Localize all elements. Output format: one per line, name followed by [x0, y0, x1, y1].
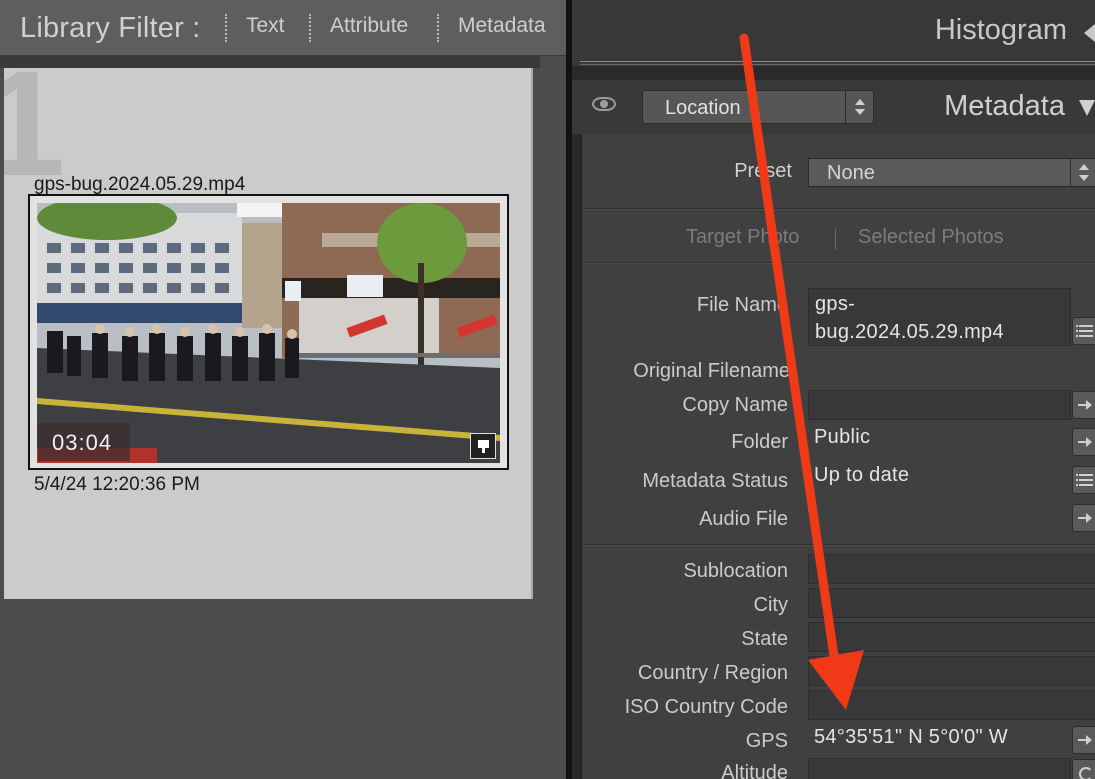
cell-filename: gps-bug.2024.05.29.mp4: [34, 174, 246, 195]
filter-separator: [437, 14, 439, 42]
metadata-title: Metadata: [944, 90, 1065, 122]
original-filename-field: [808, 356, 1071, 386]
metadata-badge-icon[interactable]: [470, 433, 496, 459]
arrow-right-icon[interactable]: [1072, 391, 1095, 419]
field-label-sublocation: Sublocation: [683, 560, 788, 582]
tab-target-photo[interactable]: Target Photo: [686, 226, 799, 249]
thumbnail-frame[interactable]: 03:04: [28, 194, 509, 470]
folder-field: Public: [808, 424, 1071, 454]
video-thumbnail[interactable]: 03:04: [37, 203, 500, 463]
metadata-status-value: Up to date: [814, 464, 910, 486]
collapse-left-icon[interactable]: [1084, 24, 1095, 42]
section-divider: [582, 208, 1095, 210]
list-icon[interactable]: [1072, 317, 1095, 345]
grid-toolbar-strip: [0, 56, 540, 68]
metadata-panel-header: Location Metadata: [572, 80, 1095, 134]
section-divider: [582, 262, 1095, 264]
arrow-right-icon[interactable]: [1072, 726, 1095, 754]
filter-text-tab[interactable]: Text: [246, 14, 285, 38]
sublocation-field[interactable]: [808, 554, 1095, 584]
refresh-icon[interactable]: [1072, 759, 1095, 779]
histogram-panel-header[interactable]: Histogram: [572, 0, 1095, 66]
section-divider: [582, 544, 1095, 546]
field-label-city: City: [753, 594, 788, 616]
filter-metadata-tab[interactable]: Metadata: [458, 14, 546, 38]
field-label-file-name: File Name: [696, 294, 788, 316]
file-name-field[interactable]: gps- bug.2024.05.29.mp4: [808, 288, 1071, 346]
metadata-view-value: Location: [665, 97, 741, 119]
histogram-title: Histogram: [934, 14, 1067, 46]
preset-label: Preset: [734, 160, 792, 182]
library-filter-bar: Library Filter : Text Attribute Metadata: [0, 0, 566, 56]
stepper-arrows-icon: [1070, 159, 1095, 186]
video-duration-badge: 03:04: [38, 423, 130, 461]
stepper-arrows-icon: [845, 91, 873, 123]
arrow-right-icon[interactable]: [1072, 504, 1095, 532]
filter-separator: [225, 14, 227, 42]
list-icon[interactable]: [1072, 466, 1095, 494]
tab-selected-photos[interactable]: Selected Photos: [858, 226, 1004, 249]
field-label-state: State: [741, 628, 788, 650]
right-panel: Histogram Location Metadata Preset None …: [572, 0, 1095, 779]
field-label-copy-name: Copy Name: [682, 394, 788, 416]
file-name-value: gps- bug.2024.05.29.mp4: [815, 293, 1004, 343]
city-field[interactable]: [808, 588, 1095, 618]
filter-attribute-tab[interactable]: Attribute: [330, 14, 408, 38]
arrow-right-icon[interactable]: [1072, 428, 1095, 456]
library-filter-title: Library Filter :: [20, 12, 201, 44]
field-label-iso-country-code: ISO Country Code: [624, 696, 788, 718]
iso-country-code-field[interactable]: [808, 690, 1095, 720]
grid-cell[interactable]: 1 gps-bug.2024.05.29.mp4: [4, 68, 533, 599]
gps-field: 54°35'51" N 5°0'0" W: [808, 724, 1071, 754]
metadata-status-field: Up to date: [808, 462, 1071, 492]
folder-value: Public: [814, 426, 871, 448]
field-label-altitude: Altitude: [721, 762, 788, 779]
field-label-gps: GPS: [745, 730, 788, 752]
target-tabs: Target Photo Selected Photos: [582, 224, 1095, 254]
copy-name-field[interactable]: [808, 390, 1071, 420]
gps-value: 54°35'51" N 5°0'0" W: [814, 726, 1008, 748]
metadata-view-select[interactable]: Location: [642, 90, 874, 124]
eye-icon[interactable]: [592, 97, 616, 111]
field-label-metadata-status: Metadata Status: [642, 470, 788, 492]
field-label-audio-file: Audio File: [699, 508, 788, 530]
metadata-body: Preset None Target Photo Selected Photos…: [580, 134, 1095, 779]
state-field[interactable]: [808, 622, 1095, 652]
histogram-divider: [580, 61, 1095, 65]
field-label-folder: Folder: [731, 431, 788, 453]
preset-value: None: [827, 162, 875, 184]
audio-file-field: [808, 502, 1071, 532]
cell-capture-date: 5/4/24 12:20:36 PM: [34, 474, 200, 495]
country-region-field[interactable]: [808, 656, 1095, 686]
collapse-down-icon[interactable]: [1079, 100, 1095, 116]
preset-select[interactable]: None: [808, 158, 1095, 187]
filter-separator: [309, 14, 311, 42]
tab-separator: [835, 228, 836, 250]
field-label-original-filename: Original Filename: [633, 360, 790, 382]
field-label-country-region: Country / Region: [637, 662, 788, 684]
altitude-field[interactable]: [808, 758, 1071, 779]
